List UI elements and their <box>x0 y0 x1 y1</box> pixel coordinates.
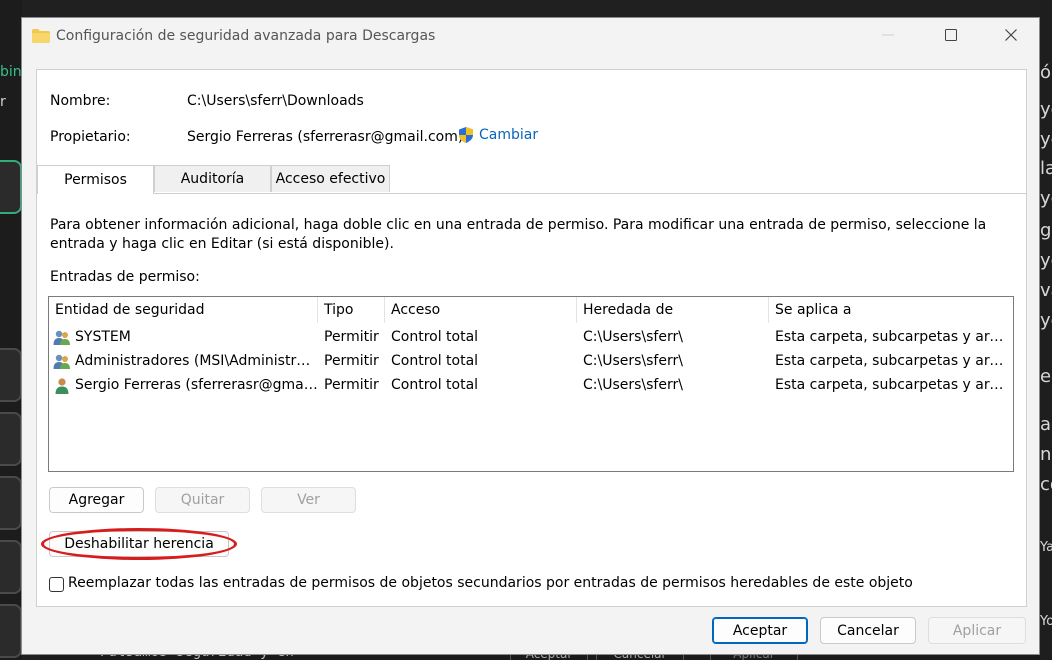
bg-text-fragment: co <box>1040 474 1052 495</box>
add-button[interactable]: Agregar <box>49 487 144 513</box>
apply-button[interactable]: Aplicar <box>928 617 1026 644</box>
bg-text-fragment: es <box>1040 366 1052 387</box>
ok-button[interactable]: Aceptar <box>712 617 808 644</box>
cell-type: Permitir <box>324 329 379 345</box>
column-header-applies[interactable]: Se aplica a <box>769 297 1013 323</box>
bg-text-fragment: Yo <box>1040 614 1052 629</box>
cell-access: Control total <box>391 329 479 345</box>
cell-applies: Esta carpeta, subcarpetas y archivos <box>775 377 1009 393</box>
maximize-icon <box>945 29 957 41</box>
entries-label: Entradas de permiso: <box>50 269 200 285</box>
name-value: C:\Users\sferr\Downloads <box>187 93 364 109</box>
permissions-description: Para obtener información adicional, haga… <box>50 217 987 252</box>
bg-text-fragment: no <box>1040 444 1052 465</box>
bg-card <box>0 160 22 214</box>
bg-text-fragment: Ya <box>1040 540 1052 555</box>
uac-shield-icon <box>459 127 473 143</box>
close-button[interactable] <box>988 18 1034 52</box>
bg-card <box>0 412 22 466</box>
maximize-button[interactable] <box>928 18 974 52</box>
cell-inherited: C:\Users\sferr\ <box>583 353 683 369</box>
bg-text-fragment: ó <box>1040 62 1052 83</box>
cell-entity: Sergio Ferreras (sferrerasr@gmail.com) <box>75 377 318 393</box>
column-header-inherited[interactable]: Heredada de <box>577 297 769 323</box>
column-header-entity[interactable]: Entidad de seguridad <box>49 297 318 323</box>
cell-entity: SYSTEM <box>75 329 131 345</box>
bg-card <box>0 476 22 530</box>
cell-applies: Esta carpeta, subcarpetas y archivos <box>775 329 1009 345</box>
list-header: Entidad de seguridad Tipo Acceso Heredad… <box>49 297 1013 323</box>
column-header-type[interactable]: Tipo <box>318 297 385 323</box>
bg-text-fragment: r <box>0 94 6 110</box>
bg-card <box>0 540 22 594</box>
replace-permissions-checkbox[interactable] <box>49 577 64 592</box>
bg-text-fragment: ye <box>1040 99 1052 120</box>
tab-auditing[interactable]: Auditoría <box>154 165 271 192</box>
tab-strip: Permisos Auditoría Acceso efectivo <box>37 165 1026 194</box>
table-row[interactable]: SYSTEM Permitir Control total C:\Users\s… <box>49 325 1013 349</box>
tab-label: Acceso efectivo <box>275 171 386 187</box>
bg-card <box>0 348 22 402</box>
cell-inherited: C:\Users\sferr\ <box>583 329 683 345</box>
cancel-button[interactable]: Cancelar <box>820 617 916 644</box>
bg-card <box>0 604 22 658</box>
cell-inherited: C:\Users\sferr\ <box>583 377 683 393</box>
replace-permissions-label: Reemplazar todas las entradas de permiso… <box>68 575 913 591</box>
cell-access: Control total <box>391 377 479 393</box>
advanced-security-dialog: Configuración de seguridad avanzada para… <box>21 17 1040 655</box>
background-app-right: ó ye ye la ye g ye va ye es ab no co Ya … <box>1040 0 1052 660</box>
bg-text-fragment: ye <box>1040 250 1052 271</box>
dialog-title: Configuración de seguridad avanzada para… <box>56 28 436 44</box>
remove-button[interactable]: Quitar <box>155 487 250 513</box>
bg-text-fragment: ye <box>1040 188 1052 209</box>
tab-permissions[interactable]: Permisos <box>37 165 154 194</box>
background-app-left: bini r <box>0 0 26 660</box>
folder-icon <box>32 29 50 43</box>
permission-entries-list[interactable]: Entidad de seguridad Tipo Acceso Heredad… <box>48 296 1014 472</box>
name-label: Nombre: <box>50 93 111 109</box>
bg-text-fragment: ab <box>1040 414 1052 435</box>
title-bar[interactable]: Configuración de seguridad avanzada para… <box>22 18 1039 54</box>
bg-text-fragment: g <box>1040 220 1052 241</box>
cell-applies: Esta carpeta, subcarpetas y archivos <box>775 353 1009 369</box>
change-owner-link[interactable]: Cambiar <box>457 126 538 144</box>
tab-label: Auditoría <box>180 171 245 187</box>
tab-effective-access[interactable]: Acceso efectivo <box>271 165 390 192</box>
content-panel: Nombre: C:\Users\sferr\Downloads Propiet… <box>36 69 1027 607</box>
cell-entity: Administradores (MSI\Administradores) <box>75 353 318 369</box>
cell-type: Permitir <box>324 377 379 393</box>
view-button[interactable]: Ver <box>261 487 356 513</box>
bg-text-fragment: va <box>1040 280 1052 301</box>
bg-text-fragment: ye <box>1040 129 1052 150</box>
cell-type: Permitir <box>324 353 379 369</box>
tab-label: Permisos <box>64 172 127 188</box>
minimize-icon <box>882 34 894 36</box>
owner-value: Sergio Ferreras (sferrerasr@gmail.com) <box>187 129 464 145</box>
owner-label: Propietario: <box>50 129 131 145</box>
table-row[interactable]: Administradores (MSI\Administradores) Pe… <box>49 349 1013 373</box>
close-icon <box>1005 29 1017 41</box>
table-row[interactable]: Sergio Ferreras (sferrerasr@gmail.com) P… <box>49 373 1013 397</box>
bg-text-fragment: ye <box>1040 310 1052 331</box>
cell-access: Control total <box>391 353 479 369</box>
disable-inheritance-button[interactable]: Deshabilitar herencia <box>49 531 229 557</box>
column-header-access[interactable]: Acceso <box>385 297 577 323</box>
minimize-button[interactable] <box>865 18 911 52</box>
bg-text-fragment: la <box>1040 158 1052 179</box>
change-owner-label: Cambiar <box>479 127 539 143</box>
